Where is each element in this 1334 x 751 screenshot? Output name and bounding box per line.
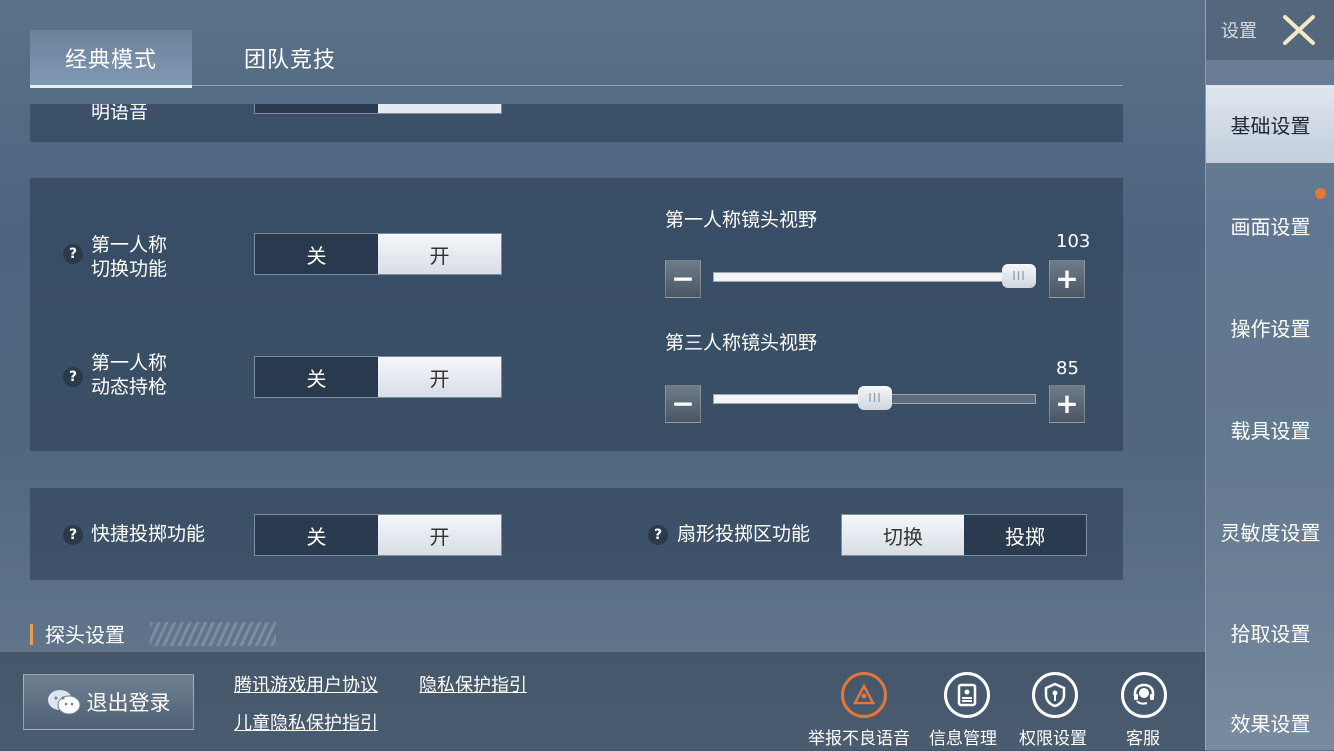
sidebar-item-label: 基础设置 bbox=[1230, 113, 1311, 138]
id-card-icon bbox=[944, 672, 990, 718]
sidebar-item-label: 载具设置 bbox=[1230, 418, 1311, 443]
sidebar-header: 设置 bbox=[1206, 0, 1334, 60]
header-stripes bbox=[150, 622, 276, 646]
sidebar-item-vehicle[interactable]: 载具设置 bbox=[1206, 390, 1334, 468]
section-title: 探头设置 bbox=[45, 623, 125, 647]
fan-switch-option[interactable]: 切换 bbox=[842, 515, 964, 555]
headset-icon bbox=[1121, 672, 1167, 718]
permission-settings-label: 权限设置 bbox=[1019, 729, 1087, 749]
partial-settings-row: 明语音 bbox=[30, 104, 1123, 142]
slider-knob[interactable]: III bbox=[1002, 264, 1036, 288]
label-line2: 切换功能 bbox=[91, 258, 168, 280]
sidebar-item-label: 灵敏度设置 bbox=[1220, 520, 1321, 545]
partial-toggle[interactable] bbox=[254, 104, 502, 114]
sidebar-item-label: 画面设置 bbox=[1230, 214, 1311, 239]
toggle-off-option[interactable]: 关 bbox=[255, 357, 378, 397]
info-management-button[interactable]: 信息管理 bbox=[928, 672, 1008, 749]
first-person-dynamic-gun-label: 第一人称 动态持枪 bbox=[91, 351, 167, 399]
mode-tabs: 经典模式 团队竞技 bbox=[0, 0, 1205, 88]
tpp-fov-decrease-button[interactable]: − bbox=[665, 385, 701, 423]
customer-service-button[interactable]: 客服 bbox=[1118, 672, 1174, 749]
privacy-guide-link[interactable]: 隐私保护指引 bbox=[419, 671, 527, 697]
sidebar-item-basic[interactable]: 基础设置 bbox=[1206, 85, 1334, 163]
fpp-fov-slider[interactable]: III bbox=[713, 264, 1036, 288]
peek-settings-header: 探头设置 bbox=[30, 621, 276, 648]
sidebar-item-pickup[interactable]: 拾取设置 bbox=[1206, 593, 1334, 671]
minus-icon: − bbox=[671, 387, 695, 420]
tpp-fov-slider[interactable]: III bbox=[713, 386, 1036, 410]
settings-sidebar: 设置 基础设置 画面设置 操作设置 载具设置 灵敏度设置 拾取设置 效果设置 bbox=[1205, 0, 1334, 750]
fan-throw-label: 扇形投掷区功能 bbox=[677, 523, 811, 545]
report-voice-button[interactable]: 举报不良语音 bbox=[806, 672, 922, 749]
fan-throw-toggle[interactable]: 切换 投掷 bbox=[841, 514, 1087, 556]
toggle-on-option[interactable]: 开 bbox=[378, 357, 501, 397]
shield-icon bbox=[1032, 672, 1078, 718]
toggle-on-option[interactable]: 开 bbox=[378, 234, 501, 274]
sidebar-item-controls[interactable]: 操作设置 bbox=[1206, 288, 1334, 366]
tpp-fov-value: 85 bbox=[1056, 358, 1079, 379]
tabs-divider bbox=[30, 85, 1123, 86]
help-icon[interactable]: ? bbox=[63, 367, 83, 387]
logout-button[interactable]: 退出登录 bbox=[23, 674, 194, 730]
help-icon[interactable]: ? bbox=[648, 525, 668, 545]
fpp-fov-decrease-button[interactable]: − bbox=[665, 260, 701, 298]
wechat-icon bbox=[47, 690, 80, 715]
first-person-switch-toggle[interactable]: 关 开 bbox=[254, 233, 502, 275]
label-line1: 第一人称 bbox=[91, 352, 168, 374]
help-icon[interactable]: ? bbox=[63, 244, 83, 264]
logout-label: 退出登录 bbox=[86, 691, 171, 715]
sidebar-item-label: 操作设置 bbox=[1230, 316, 1311, 341]
sidebar-item-sensitivity[interactable]: 灵敏度设置 bbox=[1206, 492, 1334, 570]
user-agreement-link[interactable]: 腾讯游戏用户协议 bbox=[234, 671, 378, 697]
info-management-label: 信息管理 bbox=[929, 729, 997, 749]
fpp-fov-title: 第一人称镜头视野 bbox=[665, 209, 818, 231]
label-line1: 第一人称 bbox=[91, 234, 168, 256]
fpp-fov-increase-button[interactable]: + bbox=[1049, 260, 1085, 298]
quick-throw-toggle[interactable]: 关 开 bbox=[254, 514, 502, 556]
sidebar-title: 设置 bbox=[1221, 21, 1257, 42]
throw-settings-panel: ? 快捷投掷功能 关 开 ? 扇形投掷区功能 切换 投掷 bbox=[30, 488, 1123, 580]
label-line2: 动态持枪 bbox=[91, 376, 168, 398]
close-icon bbox=[1283, 15, 1315, 45]
camera-settings-panel: ? 第一人称 切换功能 关 开 ? 第一人称 动态持枪 关 开 第一人称镜头视野… bbox=[30, 178, 1123, 451]
slider-fill bbox=[714, 395, 875, 403]
close-button[interactable] bbox=[1276, 10, 1322, 50]
sidebar-item-label: 效果设置 bbox=[1230, 712, 1311, 736]
footer-bar: 退出登录 腾讯游戏用户协议 隐私保护指引 儿童隐私保护指引 举报不良语音 信息管… bbox=[0, 651, 1205, 751]
plus-icon: + bbox=[1055, 387, 1079, 420]
first-person-dynamic-gun-toggle[interactable]: 关 开 bbox=[254, 356, 502, 398]
tpp-fov-title: 第三人称镜头视野 bbox=[665, 332, 818, 354]
child-privacy-link[interactable]: 儿童隐私保护指引 bbox=[234, 709, 378, 735]
sidebar-item-label: 拾取设置 bbox=[1230, 621, 1311, 646]
toggle-on-option[interactable]: 开 bbox=[378, 515, 501, 555]
sidebar-item-graphics[interactable]: 画面设置 bbox=[1206, 186, 1334, 264]
permission-settings-button[interactable]: 权限设置 bbox=[1016, 672, 1096, 749]
report-voice-label: 举报不良语音 bbox=[808, 729, 910, 749]
toggle-off-option[interactable]: 关 bbox=[255, 234, 378, 274]
first-person-switch-label: 第一人称 切换功能 bbox=[91, 233, 167, 281]
tpp-fov-increase-button[interactable]: + bbox=[1049, 385, 1085, 423]
report-voice-icon bbox=[841, 672, 887, 718]
toggle-off-option[interactable]: 关 bbox=[255, 515, 378, 555]
slider-fill bbox=[714, 273, 1019, 281]
quick-throw-label: 快捷投掷功能 bbox=[91, 523, 206, 545]
accent-bar bbox=[30, 624, 33, 645]
tab-classic-mode[interactable]: 经典模式 bbox=[30, 30, 192, 88]
fpp-fov-value: 103 bbox=[1056, 231, 1091, 252]
customer-service-label: 客服 bbox=[1126, 729, 1160, 749]
sidebar-item-effects[interactable]: 效果设置 bbox=[1206, 695, 1334, 750]
fan-throw-option[interactable]: 投掷 bbox=[964, 515, 1086, 555]
slider-knob[interactable]: III bbox=[858, 386, 892, 410]
help-icon[interactable]: ? bbox=[63, 525, 83, 545]
partial-toggle-on[interactable] bbox=[378, 104, 501, 113]
partial-row-label: 明语音 bbox=[91, 104, 149, 123]
partial-toggle-off[interactable] bbox=[255, 104, 378, 113]
minus-icon: − bbox=[671, 262, 695, 295]
plus-icon: + bbox=[1055, 262, 1079, 295]
tab-team-deathmatch[interactable]: 团队竞技 bbox=[210, 30, 370, 86]
